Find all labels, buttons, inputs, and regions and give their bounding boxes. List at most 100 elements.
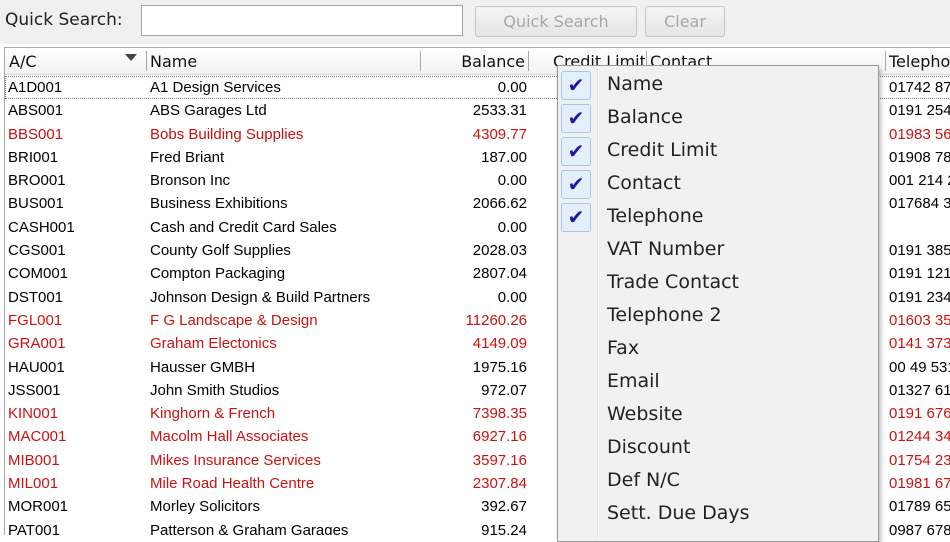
cell-telephone: 01754 23 bbox=[889, 451, 950, 469]
cell-ac: MIB001 bbox=[8, 451, 60, 469]
cell-ac: BRI001 bbox=[8, 148, 59, 166]
cell-balance: 4149.09 bbox=[472, 335, 527, 353]
column-divider[interactable] bbox=[528, 51, 529, 71]
checkmark-icon: ✔ bbox=[561, 170, 591, 199]
menu-item-label: Name bbox=[607, 73, 664, 95]
cell-ac: BBS001 bbox=[8, 125, 64, 143]
menu-item-telephone[interactable]: ✔ Telephone bbox=[558, 201, 878, 234]
cell-ac: MOR001 bbox=[8, 498, 69, 516]
cell-balance: 6927.16 bbox=[472, 428, 527, 446]
checkmark-icon: ✔ bbox=[561, 137, 591, 166]
clear-button[interactable]: Clear bbox=[645, 6, 725, 37]
cell-name: Hausser GMBH bbox=[150, 358, 256, 376]
menu-item-telephone-2[interactable]: Telephone 2 bbox=[558, 300, 878, 333]
cell-telephone: 01789 65 bbox=[889, 498, 950, 516]
menu-item-label: Telephone 2 bbox=[607, 304, 722, 326]
cell-balance: 3597.16 bbox=[472, 451, 527, 469]
cell-name: Cash and Credit Card Sales bbox=[150, 218, 337, 236]
quick-search-input[interactable] bbox=[141, 5, 463, 36]
quick-search-toolbar: Quick Search: Quick Search Clear bbox=[0, 0, 950, 44]
cell-balance: 2533.31 bbox=[472, 102, 527, 120]
cell-name: A1 Design Services bbox=[150, 79, 281, 96]
menu-item-contact[interactable]: ✔ Contact bbox=[558, 168, 878, 201]
menu-item-trade-contact[interactable]: Trade Contact bbox=[558, 267, 878, 300]
cell-balance: 2807.04 bbox=[472, 265, 527, 283]
cell-name: John Smith Studios bbox=[150, 381, 280, 399]
cell-name: F G Landscape & Design bbox=[150, 311, 318, 329]
cell-balance: 392.67 bbox=[481, 498, 527, 516]
menu-item-sett-due-days[interactable]: Sett. Due Days bbox=[558, 498, 878, 531]
menu-item-label: Def N/C bbox=[607, 469, 680, 491]
column-divider[interactable] bbox=[885, 51, 886, 71]
cell-telephone: 0191 385 bbox=[889, 242, 950, 260]
menu-item-website[interactable]: Website bbox=[558, 399, 878, 432]
cell-telephone: 0191 254 bbox=[889, 102, 950, 120]
menu-item-fax[interactable]: Fax bbox=[558, 333, 878, 366]
menu-item-vat-number[interactable]: VAT Number bbox=[558, 234, 878, 267]
cell-balance: 0.00 bbox=[497, 172, 527, 190]
cell-telephone: 01981 67 bbox=[889, 475, 950, 493]
cell-telephone: 0987 678 bbox=[889, 521, 950, 535]
menu-item-label: VAT Number bbox=[607, 238, 725, 260]
menu-item-label: Email bbox=[607, 370, 660, 392]
cell-balance: 2307.84 bbox=[472, 475, 527, 493]
cell-name: Morley Solicitors bbox=[150, 498, 261, 516]
cell-name: ABS Garages Ltd bbox=[150, 102, 267, 120]
cell-ac: COM001 bbox=[8, 265, 69, 283]
cell-telephone: 0141 373 bbox=[889, 335, 950, 353]
menu-item-label: Balance bbox=[607, 106, 683, 128]
menu-item-balance[interactable]: ✔ Balance bbox=[558, 102, 878, 135]
cell-ac: FGL001 bbox=[8, 311, 63, 329]
cell-balance: 0.00 bbox=[497, 288, 527, 306]
cell-telephone: 01983 56 bbox=[889, 125, 950, 143]
cell-ac: DST001 bbox=[8, 288, 64, 306]
cell-balance: 187.00 bbox=[481, 148, 527, 166]
cell-ac: CGS001 bbox=[8, 242, 66, 260]
cell-telephone: 00 49 531 bbox=[889, 358, 950, 376]
cell-ac: CASH001 bbox=[8, 218, 75, 236]
cell-name: Fred Briant bbox=[150, 148, 225, 166]
checkmark-icon: ✔ bbox=[561, 104, 591, 133]
column-header-telephone[interactable]: Telepho bbox=[889, 48, 950, 74]
cell-name: Graham Electonics bbox=[150, 335, 277, 353]
menu-item-label: Credit Limit bbox=[607, 139, 718, 161]
menu-item-def-n-c[interactable]: Def N/C bbox=[558, 465, 878, 498]
cell-telephone: 01603 35 bbox=[889, 311, 950, 329]
cell-name: Macolm Hall Associates bbox=[150, 428, 309, 446]
column-header-ac[interactable]: A/C bbox=[9, 48, 119, 74]
cell-ac: ABS001 bbox=[8, 102, 64, 120]
menu-item-email[interactable]: Email bbox=[558, 366, 878, 399]
cell-balance: 2066.62 bbox=[472, 195, 527, 213]
cell-name: County Golf Supplies bbox=[150, 242, 291, 260]
cell-balance: 915.24 bbox=[481, 521, 527, 535]
cell-name: Business Exhibitions bbox=[150, 195, 288, 213]
cell-telephone: 0191 234 bbox=[889, 288, 950, 306]
cell-ac: PAT001 bbox=[8, 521, 60, 535]
cell-balance: 11260.26 bbox=[465, 311, 527, 329]
column-header-name[interactable]: Name bbox=[150, 48, 350, 74]
cell-balance: 2028.03 bbox=[472, 242, 527, 260]
column-chooser-menu: ✔ Name ✔ Balance ✔ Credit Limit ✔ Contact ✔ Telep… bbox=[557, 65, 879, 542]
column-header-balance[interactable]: Balance bbox=[425, 48, 525, 74]
cell-balance: 972.07 bbox=[481, 381, 527, 399]
cell-telephone: 01244 34 bbox=[889, 428, 950, 446]
menu-item-credit-limit[interactable]: ✔ Credit Limit bbox=[558, 135, 878, 168]
cell-telephone: 01742 87 bbox=[889, 79, 950, 96]
cell-balance: 4309.77 bbox=[472, 125, 527, 143]
cell-telephone: 017684 3 bbox=[889, 195, 950, 213]
menu-item-label: Trade Contact bbox=[607, 271, 739, 293]
column-divider[interactable] bbox=[146, 51, 147, 71]
cell-name: Bobs Building Supplies bbox=[150, 125, 304, 143]
menu-item-name[interactable]: ✔ Name bbox=[558, 69, 878, 102]
column-divider[interactable] bbox=[420, 51, 421, 71]
quick-search-button[interactable]: Quick Search bbox=[475, 6, 637, 37]
cell-name: Mile Road Health Centre bbox=[150, 475, 315, 493]
sort-descending-icon[interactable] bbox=[125, 54, 137, 61]
cell-ac: KIN001 bbox=[8, 405, 59, 423]
checkmark-icon: ✔ bbox=[561, 203, 591, 232]
cell-telephone: 0191 121 bbox=[889, 265, 950, 283]
menu-item-discount[interactable]: Discount bbox=[558, 432, 878, 465]
cell-telephone: 01908 78 bbox=[889, 148, 950, 166]
cell-name: Johnson Design & Build Partners bbox=[150, 288, 371, 306]
cell-ac: MIL001 bbox=[8, 475, 59, 493]
